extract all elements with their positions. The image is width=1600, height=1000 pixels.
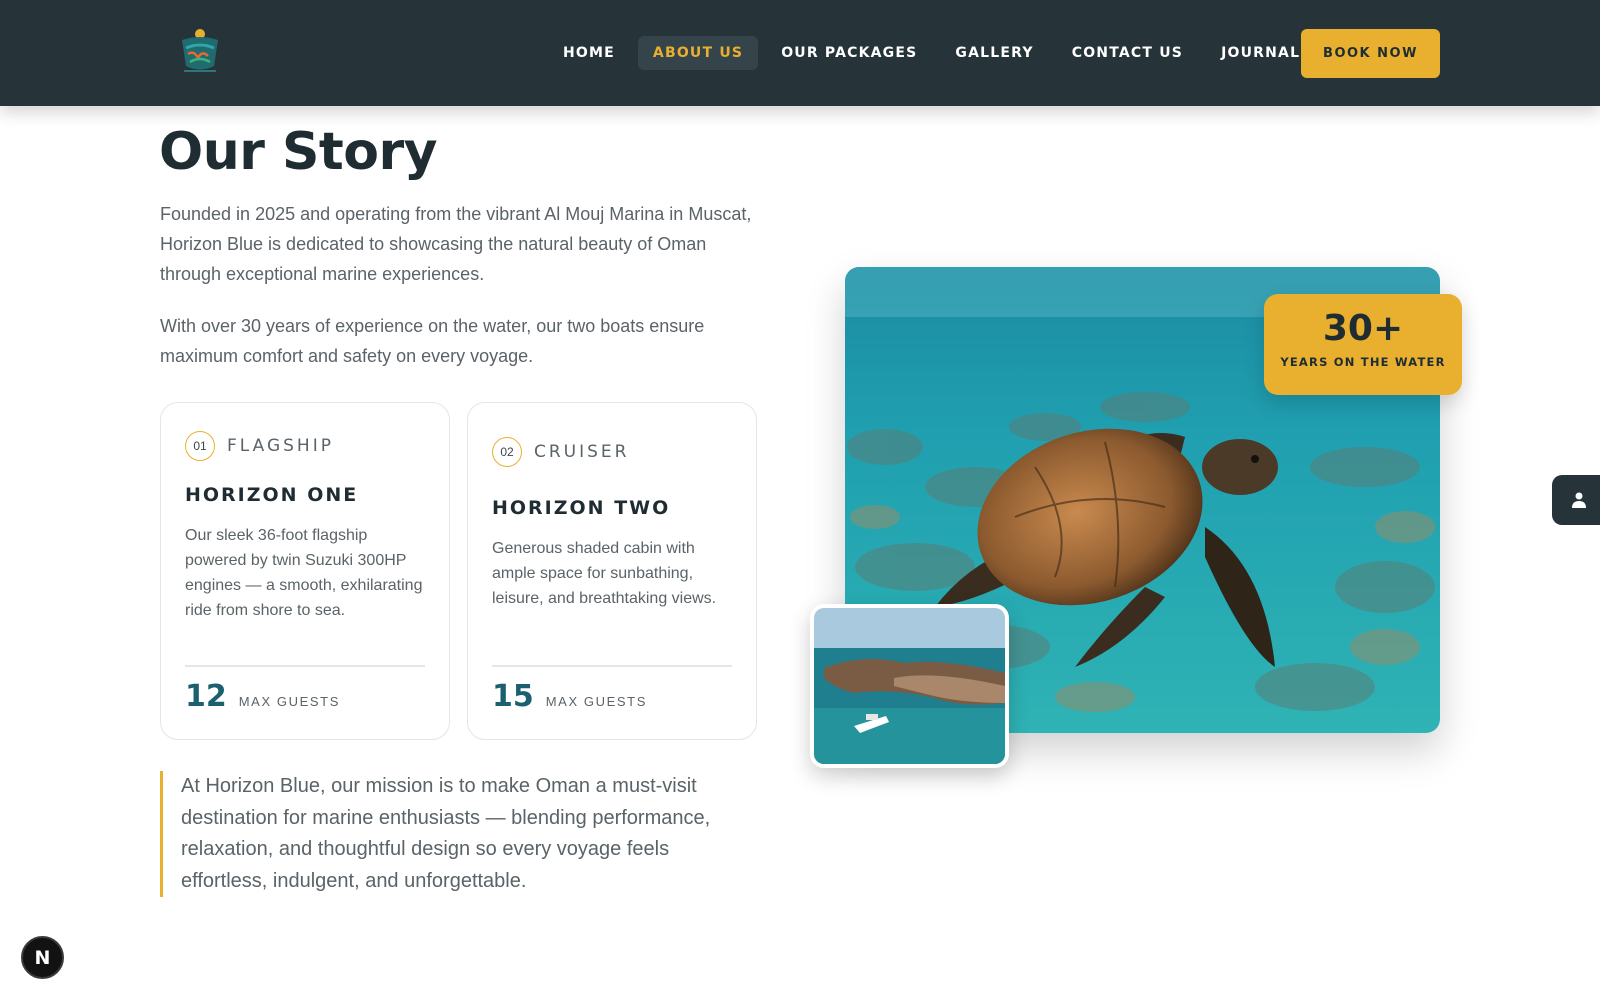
story-paragraph-1: Founded in 2025 and operating from the v… bbox=[160, 204, 752, 284]
user-icon bbox=[1572, 492, 1586, 508]
max-guests-label: MAX GUESTS bbox=[238, 694, 340, 709]
nav-our-packages[interactable]: OUR PACKAGES bbox=[766, 36, 932, 70]
boat-description: Generous shaded cabin with ample space f… bbox=[492, 540, 717, 607]
max-guests-value: 12 bbox=[185, 679, 227, 714]
story-paragraph-2: With over 30 years of experience on the … bbox=[160, 316, 705, 366]
years-label: YEARS ON THE WATER bbox=[1280, 355, 1446, 369]
side-widget-button[interactable] bbox=[1552, 475, 1600, 525]
max-guests-value: 15 bbox=[492, 679, 534, 714]
years-value: 30+ bbox=[1322, 308, 1404, 349]
book-now-button[interactable]: BOOK NOW bbox=[1301, 29, 1440, 78]
nav-gallery[interactable]: GALLERY bbox=[940, 36, 1048, 70]
nav-about-us[interactable]: ABOUT US bbox=[637, 36, 759, 70]
boat-description: Our sleek 36-foot flagship powered by tw… bbox=[185, 527, 423, 619]
card-tag: CRUISER bbox=[534, 442, 630, 462]
card-tag: FLAGSHIP bbox=[227, 436, 334, 456]
boat-name: HORIZON TWO bbox=[492, 497, 671, 519]
boat-card-horizon-two: 02 CRUISER HORIZON TWO Generous shaded c… bbox=[467, 402, 757, 740]
card-number-badge: 01 bbox=[185, 431, 215, 461]
card-divider bbox=[185, 665, 425, 667]
boat-name: HORIZON ONE bbox=[185, 484, 359, 506]
nav-journal[interactable]: JOURNAL bbox=[1206, 36, 1315, 70]
boat-coast-image bbox=[810, 604, 1009, 768]
years-stat-card: 30+ YEARS ON THE WATER bbox=[1264, 294, 1462, 395]
main-nav: HOME ABOUT US OUR PACKAGES GALLERY CONTA… bbox=[548, 36, 1315, 70]
site-header: HOME ABOUT US OUR PACKAGES GALLERY CONTA… bbox=[0, 0, 1600, 106]
card-number-badge: 02 bbox=[492, 437, 522, 467]
nav-home[interactable]: HOME bbox=[548, 36, 630, 70]
n-floating-button[interactable]: N bbox=[21, 936, 64, 979]
max-guests-label: MAX GUESTS bbox=[545, 694, 647, 709]
mission-quote: At Horizon Blue, our mission is to make … bbox=[160, 771, 740, 897]
card-divider bbox=[492, 665, 732, 667]
boat-card-horizon-one: 01 FLAGSHIP HORIZON ONE Our sleek 36-foo… bbox=[160, 402, 450, 740]
page-title: Our Story bbox=[159, 122, 438, 182]
nav-contact-us[interactable]: CONTACT US bbox=[1057, 36, 1198, 70]
logo[interactable] bbox=[172, 26, 228, 76]
